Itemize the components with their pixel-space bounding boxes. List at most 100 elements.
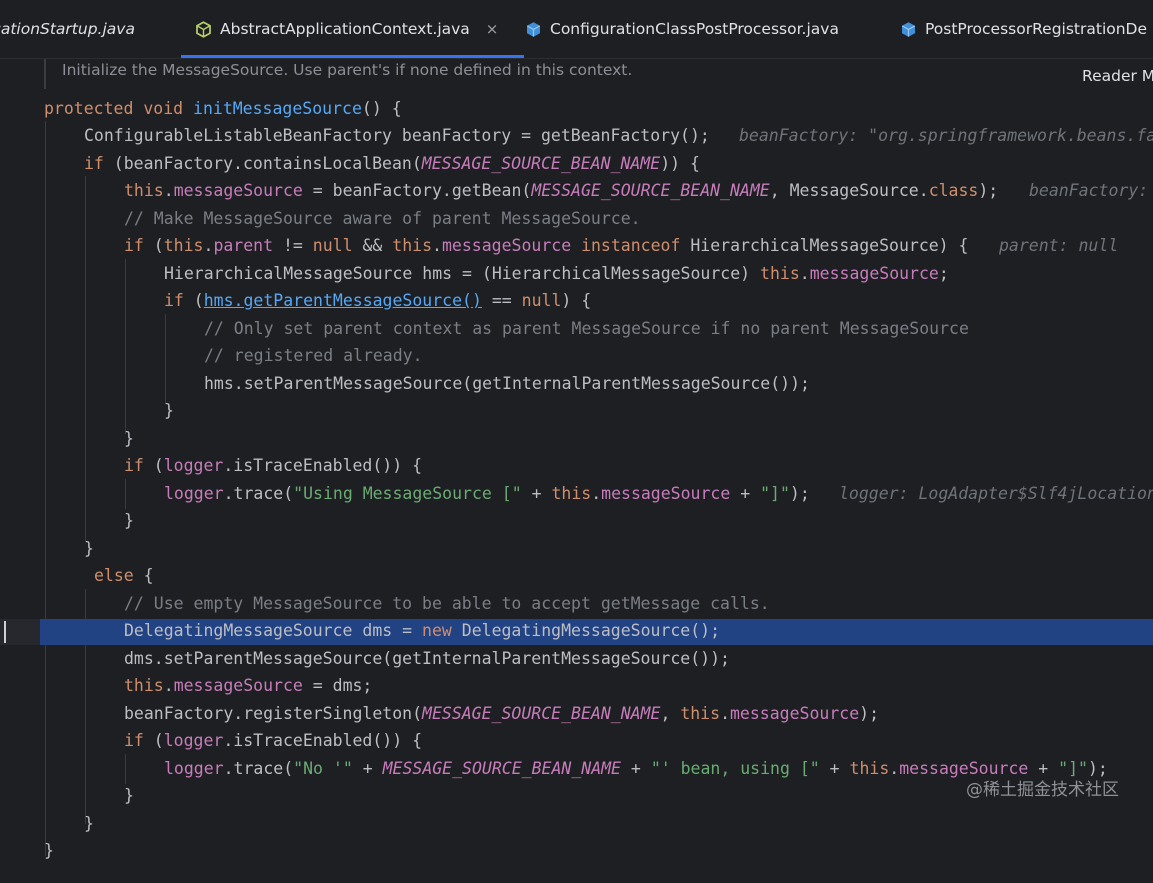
code-token: this (849, 759, 890, 778)
code-token: ( (143, 456, 164, 475)
code-line: ConfigurableListableBeanFactory beanFact… (84, 125, 710, 147)
code-token: + (521, 484, 552, 503)
code-token: HierarchicalMessageSource hms = (Hierarc… (164, 264, 761, 283)
indent-guide (45, 121, 46, 856)
code-token: != (273, 236, 313, 255)
code-token: MESSAGE_SOURCE_BEAN_NAME (531, 181, 770, 200)
code-token: . (720, 704, 730, 723)
code-token: = dms; (302, 676, 373, 695)
editor-tab-bar: icationStartup.java AbstractApplicationC… (0, 0, 1153, 59)
code-token: == (481, 291, 522, 310)
code-token: beanFactory.registerSingleton( (124, 704, 423, 723)
code-token: // Make MessageSource aware of parent Me… (124, 209, 641, 228)
code-token: } (124, 429, 134, 448)
code-token: .isTraceEnabled()) { (223, 731, 423, 750)
code-token: new (422, 621, 452, 640)
code-token: messageSource (730, 704, 860, 723)
code-token: ); (789, 484, 810, 503)
code-token: this (124, 676, 164, 695)
code-token: .isTraceEnabled()) { (223, 456, 423, 475)
indent-guide (125, 259, 126, 434)
indent-guide (125, 479, 126, 509)
code-token: . (799, 264, 810, 283)
code-token: parent: null (999, 236, 1119, 255)
code-token: MESSAGE_SOURCE_BEAN_NAME (422, 704, 661, 723)
code-line: if (logger.isTraceEnabled()) { (124, 730, 422, 752)
code-token: HierarchicalMessageSource) { (680, 236, 969, 255)
code-token: beanFactory: (1029, 181, 1149, 200)
code-token: . (889, 759, 900, 778)
tab-label: ConfigurationClassPostProcessor.java (550, 20, 839, 38)
code-token: hms.setParentMessageSource(getInternalPa… (204, 374, 810, 393)
code-line: logger.trace("Using MessageSource [" + t… (164, 483, 810, 505)
tab-abstract-application-context[interactable]: AbstractApplicationContext.java × (180, 0, 525, 58)
code-token: MESSAGE_SOURCE_BEAN_NAME (382, 759, 621, 778)
code-token: . (203, 236, 214, 255)
tab-post-processor-registration-delegate[interactable]: PostProcessorRegistrationDe (900, 0, 1147, 58)
code-token: } (84, 814, 94, 833)
code-line: } (124, 428, 134, 450)
code-token: this (124, 181, 164, 200)
code-token: && (352, 236, 393, 255)
code-token: if (124, 236, 144, 255)
code-token: this (760, 264, 800, 283)
code-token: )) { (660, 154, 700, 173)
code-token: class (928, 181, 979, 200)
code-token: instanceof (581, 236, 681, 255)
indent-guide (125, 754, 126, 784)
tab-configuration-class-post-processor[interactable]: ConfigurationClassPostProcessor.java (525, 0, 839, 58)
code-comment: // registered already. (204, 345, 423, 367)
code-token: "No '" (293, 759, 353, 778)
code-token: DelegatingMessageSource dms = (124, 621, 423, 640)
code-comment: // Use empty MessageSource to be able to… (124, 593, 770, 615)
code-token: logger: LogAdapter$Slf4jLocation (839, 484, 1153, 503)
code-line: if (hms.getParentMessageSource() == null… (164, 290, 591, 312)
code-token: // registered already. (204, 346, 423, 365)
code-token: "Using MessageSource [" (293, 484, 522, 503)
code-token: + (352, 759, 383, 778)
code-token: this (680, 704, 721, 723)
code-token: if (124, 456, 144, 475)
code-token: if (164, 291, 184, 310)
tab-label: AbstractApplicationContext.java (220, 20, 470, 38)
code-token: . (163, 676, 174, 695)
code-token: . (591, 484, 602, 503)
code-token: () { (361, 99, 402, 118)
inlay-hint: beanFactory: (1029, 180, 1148, 202)
code-line: } (164, 400, 174, 422)
inlay-hint: beanFactory: "org.springframework.beans.… (739, 125, 1153, 147)
code-token: if (84, 154, 104, 173)
code-line: hms.setParentMessageSource(getInternalPa… (204, 373, 810, 395)
code-token: messageSource (441, 236, 572, 255)
code-line: protected void initMessageSource() { (44, 98, 402, 120)
code-line-selected: DelegatingMessageSource dms = new Delega… (124, 620, 720, 642)
close-icon[interactable]: × (486, 20, 499, 38)
code-token: . (432, 236, 442, 255)
code-token: logger (164, 484, 224, 503)
reader-mode-toggle[interactable]: Reader M (1082, 67, 1153, 85)
tab-application-startup[interactable]: icationStartup.java (0, 0, 135, 58)
code-token: this (163, 236, 204, 255)
code-token: "]" (760, 484, 790, 503)
method-link[interactable]: hms.getParentMessageSource() (204, 291, 482, 310)
code-token: null (312, 236, 353, 255)
code-comment: // Make MessageSource aware of parent Me… (124, 208, 641, 230)
current-line-gutter (0, 619, 40, 645)
inlay-hint: logger: LogAdapter$Slf4jLocation (839, 483, 1153, 505)
code-line: dms.setParentMessageSource(getInternalPa… (124, 648, 730, 670)
code-token: , MessageSource. (769, 181, 929, 200)
code-token: ); (978, 181, 999, 200)
code-token: logger (164, 759, 224, 778)
code-line: } (124, 785, 134, 807)
code-token: DelegatingMessageSource(); (451, 621, 721, 640)
code-token: ) { (561, 291, 592, 310)
code-token: ConfigurableListableBeanFactory beanFact… (84, 126, 710, 145)
code-token: .trace( (223, 484, 294, 503)
code-token: MESSAGE_SOURCE_BEAN_NAME (421, 154, 661, 173)
tab-label: PostProcessorRegistrationDe (925, 20, 1148, 38)
code-line: if (logger.isTraceEnabled()) { (124, 455, 422, 477)
code-editor[interactable]: Initialize the MessageSource. Use parent… (0, 59, 1153, 883)
code-token: beanFactory: "org.springframework.beans.… (739, 126, 1153, 145)
code-line: } (124, 510, 134, 532)
